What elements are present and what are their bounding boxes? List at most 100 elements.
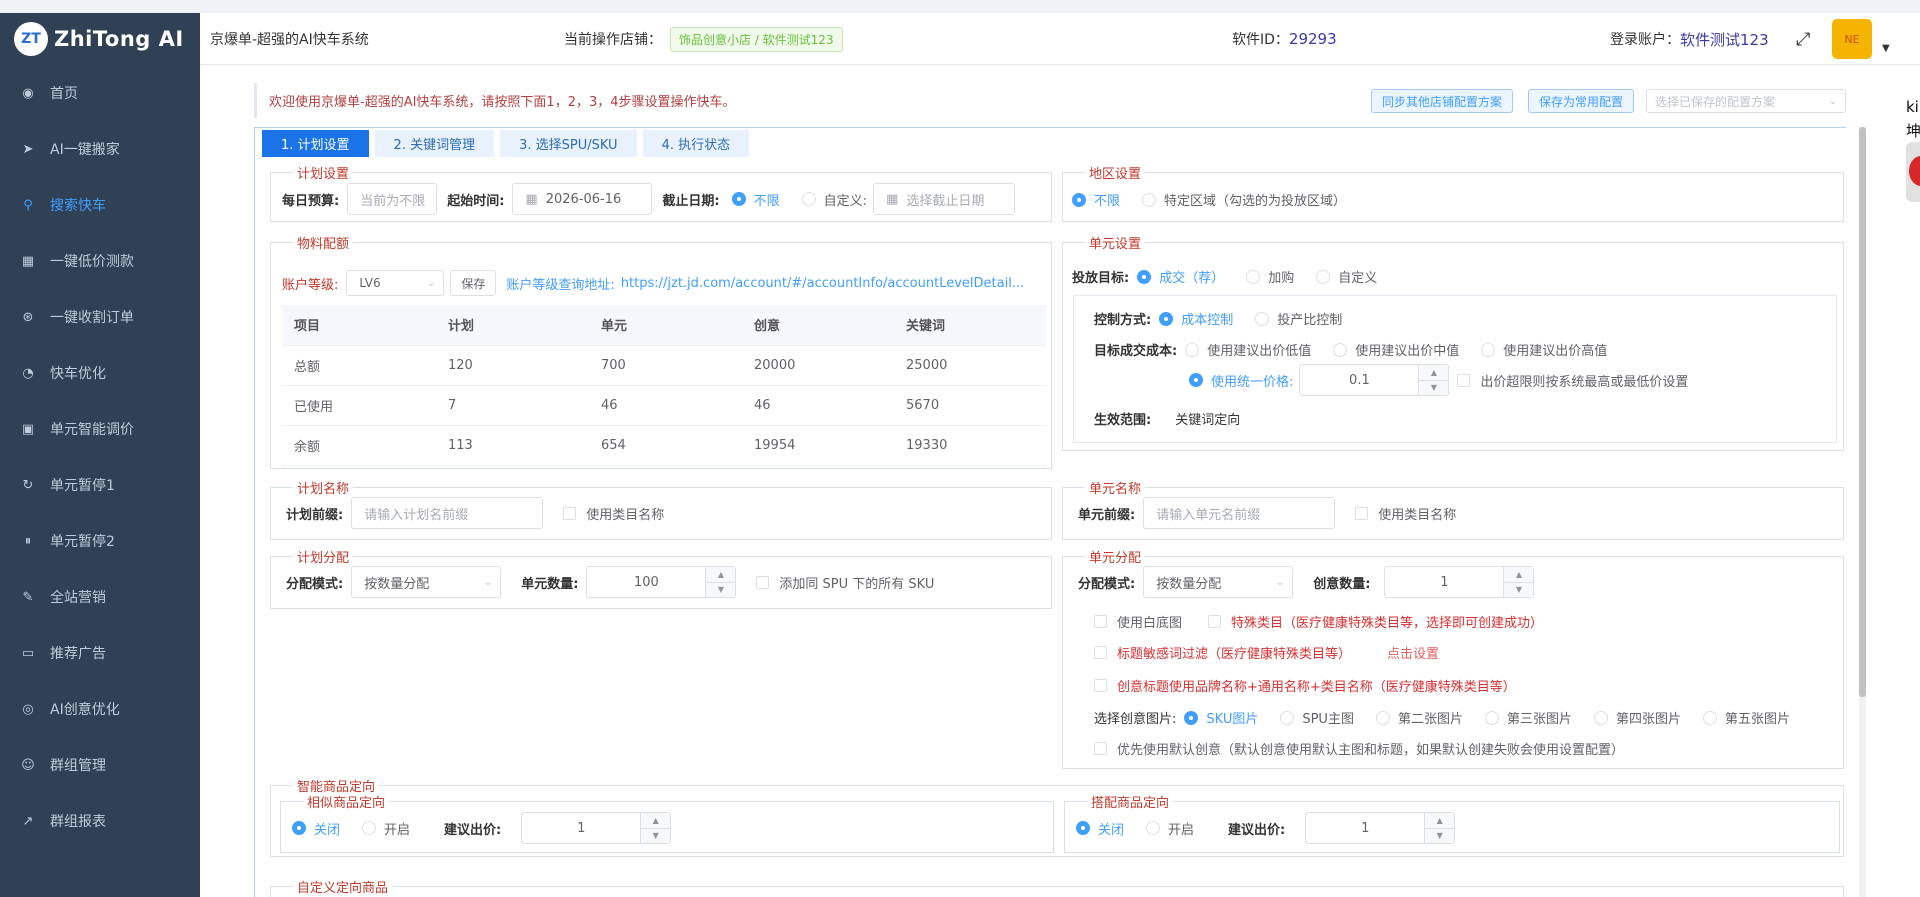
white-bg-row: 使用白底图 特殊类目（医疗健康特殊类目等，选择即可创建成功） bbox=[1094, 612, 1543, 631]
save-common-config-button[interactable]: 保存为常用配置 bbox=[1528, 89, 1635, 113]
decrement-icon[interactable]: ▼ bbox=[641, 829, 670, 844]
sidebar-item[interactable]: ▭ 推荐广告 bbox=[0, 625, 200, 681]
similar-off-radio[interactable]: 关闭 bbox=[292, 819, 340, 838]
cost-mid-radio[interactable]: 使用建议出价中值 bbox=[1333, 340, 1459, 359]
level-query-link[interactable]: https://jzt.jd.com/account/#/accountInfo… bbox=[621, 276, 1024, 291]
sidebar-item[interactable]: ☺ 群组管理 bbox=[0, 737, 200, 793]
image-fourth-radio[interactable]: 第四张图片 bbox=[1593, 708, 1681, 727]
target-cart-radio[interactable]: 加购 bbox=[1246, 267, 1294, 286]
account-name[interactable]: 软件测试123 bbox=[1680, 29, 1769, 50]
chart-icon: ↗ bbox=[22, 813, 34, 829]
end-date-input[interactable]: ▦ 选择截止日期 bbox=[873, 183, 1016, 215]
tab-select-spu-sku[interactable]: 3. 选择SPU/SKU bbox=[500, 130, 637, 157]
increment-icon[interactable]: ▲ bbox=[1504, 567, 1534, 583]
cost-high-radio[interactable]: 使用建议出价高值 bbox=[1481, 340, 1607, 359]
plan-prefix-input[interactable]: 请输入计划名前缀 bbox=[351, 497, 544, 529]
add-same-spu-checkbox[interactable]: 添加同 SPU 下的所有 SKU bbox=[756, 573, 934, 592]
start-date-input[interactable]: ▦ 2026-06-16 bbox=[512, 183, 653, 215]
similar-on-radio[interactable]: 开启 bbox=[362, 819, 410, 838]
sidebar-item[interactable]: ⚲ 搜索快车 bbox=[0, 177, 200, 233]
sidebar-item[interactable]: ◔ 快车优化 bbox=[0, 345, 200, 401]
avatar-wrap[interactable]: NE ▼ bbox=[1832, 13, 1890, 65]
region-specific-label: 特定区域（勾选的为投放区域） bbox=[1164, 194, 1347, 209]
shop-tag[interactable]: 饰品创意小店 / 软件测试123 bbox=[670, 26, 843, 52]
end-unlimited-radio[interactable]: 不限 bbox=[731, 190, 780, 209]
plan-use-category-checkbox[interactable]: 使用类目名称 bbox=[563, 504, 664, 523]
click-setting-link[interactable]: 点击设置 bbox=[1387, 643, 1439, 662]
config-select[interactable]: 选择已保存的配置方案 ⌄ bbox=[1646, 89, 1846, 113]
unit-count-value: 100 bbox=[633, 574, 659, 590]
decrement-icon[interactable]: ▼ bbox=[706, 583, 735, 598]
sidebar-item[interactable]: ✎ 全站营销 bbox=[0, 569, 200, 625]
match-bid-stepper[interactable]: 1 ▲ ▼ bbox=[1305, 812, 1456, 844]
caret-down-icon[interactable]: ▼ bbox=[1882, 43, 1890, 54]
control-roi-radio[interactable]: 投产比控制 bbox=[1255, 309, 1342, 328]
sidebar-item[interactable]: ↗ 群组报表 bbox=[0, 793, 200, 849]
edge-widget[interactable] bbox=[1906, 142, 1920, 202]
region-specific-radio[interactable]: 特定区域（勾选的为投放区域） bbox=[1142, 190, 1346, 209]
image-sku-radio[interactable]: SKU图片 bbox=[1184, 708, 1258, 727]
over-limit-checkbox[interactable]: 出价超限则按系统最高或最低价设置 bbox=[1457, 371, 1688, 390]
sidebar-item[interactable]: ⏸ 单元暂停2 bbox=[0, 513, 200, 569]
sidebar-item[interactable]: ◉ 首页 bbox=[0, 65, 200, 121]
decrement-icon[interactable]: ▼ bbox=[1504, 583, 1533, 598]
table-cell: 已使用 bbox=[282, 385, 436, 426]
unit-count-stepper[interactable]: 100 ▲ ▼ bbox=[586, 566, 737, 598]
decrement-icon[interactable]: ▼ bbox=[1425, 829, 1454, 844]
sidebar-item[interactable]: ◎ AI创意优化 bbox=[0, 681, 200, 737]
unified-price-stepper[interactable]: 0.1 ▲ ▼ bbox=[1299, 364, 1450, 396]
decrement-icon[interactable]: ▼ bbox=[1419, 381, 1448, 396]
sync-config-button[interactable]: 同步其他店铺配置方案 bbox=[1371, 89, 1514, 113]
creative-title-checkbox[interactable]: 创意标题使用品牌名称+通用名称+类目名称（医疗健康特殊类目等） bbox=[1094, 676, 1516, 695]
region-unlimited-radio[interactable]: 不限 bbox=[1072, 190, 1120, 209]
increment-icon[interactable]: ▲ bbox=[706, 567, 736, 583]
unit-prefix-input[interactable]: 请输入单元名前缀 bbox=[1143, 497, 1336, 529]
sidebar-item[interactable]: ➤ AI一键搬家 bbox=[0, 121, 200, 177]
target-deal-radio[interactable]: 成交（荐） bbox=[1137, 267, 1224, 286]
sidebar-item[interactable]: ▦ 一键低价测款 bbox=[0, 233, 200, 289]
unit-alloc-mode-select[interactable]: 按数量分配 ⌄ bbox=[1143, 566, 1294, 598]
sidebar-item-label: 一键收割订单 bbox=[50, 310, 134, 326]
creative-count-stepper[interactable]: 1 ▲ ▼ bbox=[1384, 566, 1535, 598]
sensitive-filter-checkbox[interactable]: 标题敏感词过滤（医疗健康特殊类目等） bbox=[1094, 643, 1351, 662]
sidebar-item[interactable]: ⊛ 一键收割订单 bbox=[0, 289, 200, 345]
top-strip bbox=[0, 0, 1920, 13]
tab-plan-settings[interactable]: 1. 计划设置 bbox=[262, 130, 369, 157]
search-icon: ⚲ bbox=[23, 197, 33, 213]
similar-bid-stepper[interactable]: 1 ▲ ▼ bbox=[521, 812, 672, 844]
image-spu-radio[interactable]: SPU主图 bbox=[1280, 708, 1354, 727]
account-level-select[interactable]: LV6 ⌄ bbox=[346, 270, 445, 296]
plan-alloc-mode-select[interactable]: 按数量分配 ⌄ bbox=[351, 566, 502, 598]
image-fifth-radio[interactable]: 第五张图片 bbox=[1703, 708, 1790, 727]
image-third-radio[interactable]: 第三张图片 bbox=[1484, 708, 1572, 727]
end-custom-radio[interactable]: 自定义: bbox=[801, 190, 867, 209]
control-cost-label: 成本控制 bbox=[1181, 313, 1234, 328]
tab-execution-status[interactable]: 4. 执行状态 bbox=[642, 130, 750, 157]
increment-icon[interactable]: ▲ bbox=[1425, 813, 1455, 829]
sidebar-item[interactable]: ↻ 单元暂停1 bbox=[0, 457, 200, 513]
target-custom-radio[interactable]: 自定义 bbox=[1316, 267, 1377, 286]
match-off-radio[interactable]: 关闭 bbox=[1076, 819, 1124, 838]
image-second-radio[interactable]: 第二张图片 bbox=[1375, 708, 1463, 727]
save-level-button[interactable]: 保存 bbox=[450, 270, 497, 296]
logo[interactable]: ZT ZhiTong AI bbox=[0, 13, 200, 65]
budget-input[interactable]: 当前为不限 bbox=[347, 183, 438, 215]
default-creative-checkbox[interactable]: 优先使用默认创意（默认创意使用默认主图和标题，如果默认创建失败会使用设置配置） bbox=[1094, 739, 1624, 758]
avatar[interactable]: NE bbox=[1832, 19, 1872, 59]
end-unlimited-label: 不限 bbox=[753, 193, 780, 209]
unit-use-category-checkbox[interactable]: 使用类目名称 bbox=[1355, 504, 1456, 523]
white-bg-checkbox[interactable]: 使用白底图 bbox=[1094, 612, 1182, 631]
tab-keyword-management[interactable]: 2. 关键词管理 bbox=[374, 130, 495, 157]
match-on-radio[interactable]: 开启 bbox=[1146, 819, 1194, 838]
sidebar-item[interactable]: ▣ 单元智能调价 bbox=[0, 401, 200, 457]
increment-icon[interactable]: ▲ bbox=[641, 813, 671, 829]
software-id: 软件ID： 29293 bbox=[1232, 13, 1337, 65]
fullscreen-icon[interactable]: ⤢ bbox=[1796, 13, 1810, 65]
control-cost-radio[interactable]: 成本控制 bbox=[1159, 309, 1233, 328]
unified-price-radio[interactable]: 使用统一价格: bbox=[1189, 371, 1293, 390]
increment-icon[interactable]: ▲ bbox=[1419, 365, 1449, 381]
scrollbar-thumb[interactable] bbox=[1859, 127, 1866, 697]
cost-low-radio[interactable]: 使用建议出价低值 bbox=[1185, 340, 1311, 359]
scrollbar[interactable] bbox=[1859, 127, 1866, 897]
special-category-checkbox[interactable]: 特殊类目（医疗健康特殊类目等，选择即可创建成功） bbox=[1208, 612, 1543, 631]
